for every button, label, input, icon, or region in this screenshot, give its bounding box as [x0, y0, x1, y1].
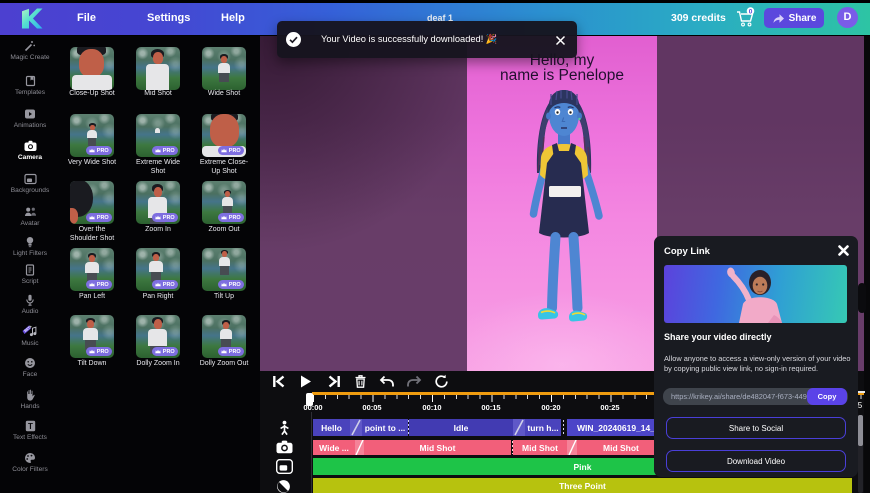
svg-text:T: T: [28, 422, 33, 431]
svg-text:BETA: BETA: [23, 325, 33, 333]
svg-text:0: 0: [749, 8, 753, 15]
